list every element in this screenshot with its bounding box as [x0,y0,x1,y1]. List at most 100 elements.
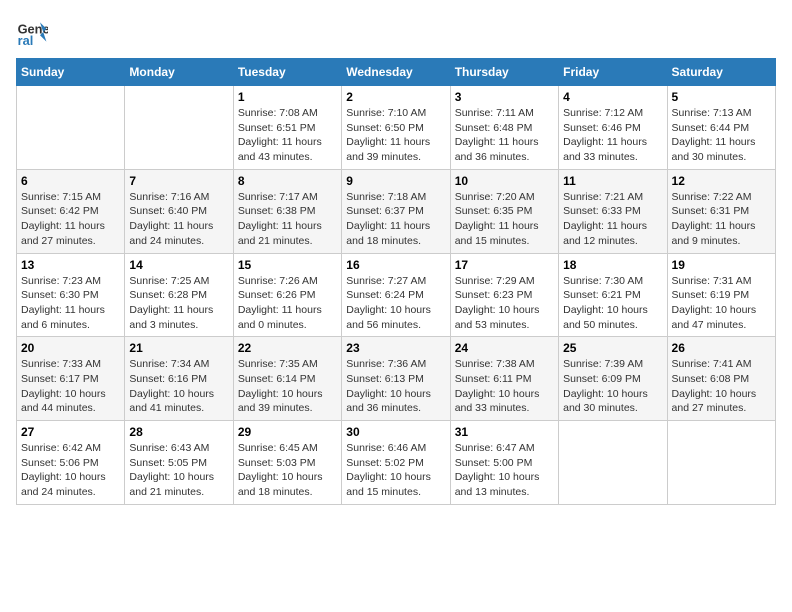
day-info: Sunrise: 7:23 AM Sunset: 6:30 PM Dayligh… [21,274,120,333]
calendar-week-row: 20 Sunrise: 7:33 AM Sunset: 6:17 PM Dayli… [17,337,776,421]
calendar-cell: 2 Sunrise: 7:10 AM Sunset: 6:50 PM Daylig… [342,86,450,170]
day-info: Sunrise: 7:18 AM Sunset: 6:37 PM Dayligh… [346,190,445,249]
day-info: Sunrise: 7:08 AM Sunset: 6:51 PM Dayligh… [238,106,337,165]
day-info: Sunrise: 7:15 AM Sunset: 6:42 PM Dayligh… [21,190,120,249]
calendar-cell: 30 Sunrise: 6:46 AM Sunset: 5:02 PM Dayli… [342,421,450,505]
day-number: 19 [672,258,771,272]
day-info: Sunrise: 7:29 AM Sunset: 6:23 PM Dayligh… [455,274,554,333]
calendar-cell: 29Sunrise: 6:45 AM Sunset: 5:03 PM Dayli… [233,421,341,505]
day-number: 31 [455,425,554,439]
calendar-week-row: 27 Sunrise: 6:42 AM Sunset: 5:06 PM Dayli… [17,421,776,505]
day-number: 3 [455,90,554,104]
day-info: Sunrise: 7:38 AM Sunset: 6:11 PM Dayligh… [455,357,554,416]
day-number: 7 [129,174,228,188]
day-of-week-header: Sunday [17,59,125,86]
calendar-cell: 31 Sunrise: 6:47 AM Sunset: 5:00 PM Dayli… [450,421,558,505]
day-number: 22 [238,341,337,355]
day-number: 13 [21,258,120,272]
logo-icon: Gene ral [16,16,48,48]
calendar-cell: 18Sunrise: 7:30 AM Sunset: 6:21 PM Dayli… [559,253,667,337]
day-info: Sunrise: 7:26 AM Sunset: 6:26 PM Dayligh… [238,274,337,333]
calendar-cell: 23Sunrise: 7:36 AM Sunset: 6:13 PM Dayli… [342,337,450,421]
day-of-week-header: Thursday [450,59,558,86]
calendar-cell: 16Sunrise: 7:27 AM Sunset: 6:24 PM Dayli… [342,253,450,337]
day-number: 1 [238,90,337,104]
calendar-cell [667,421,775,505]
day-number: 30 [346,425,445,439]
day-info: Sunrise: 7:31 AM Sunset: 6:19 PM Dayligh… [672,274,771,333]
day-info: Sunrise: 7:21 AM Sunset: 6:33 PM Dayligh… [563,190,662,249]
day-info: Sunrise: 6:45 AM Sunset: 5:03 PM Dayligh… [238,441,337,500]
day-of-week-header: Wednesday [342,59,450,86]
calendar-cell: 19 Sunrise: 7:31 AM Sunset: 6:19 PM Dayli… [667,253,775,337]
day-number: 2 [346,90,445,104]
day-info: Sunrise: 7:12 AM Sunset: 6:46 PM Dayligh… [563,106,662,165]
calendar-cell: 24 Sunrise: 7:38 AM Sunset: 6:11 PM Dayli… [450,337,558,421]
day-info: Sunrise: 7:39 AM Sunset: 6:09 PM Dayligh… [563,357,662,416]
day-info: Sunrise: 7:17 AM Sunset: 6:38 PM Dayligh… [238,190,337,249]
calendar-cell: 7 Sunrise: 7:16 AM Sunset: 6:40 PM Daylig… [125,169,233,253]
day-number: 21 [129,341,228,355]
day-info: Sunrise: 7:34 AM Sunset: 6:16 PM Dayligh… [129,357,228,416]
calendar-cell: 8 Sunrise: 7:17 AM Sunset: 6:38 PM Daylig… [233,169,341,253]
day-number: 8 [238,174,337,188]
page-header: Gene ral [16,16,776,48]
day-number: 11 [563,174,662,188]
day-info: Sunrise: 7:11 AM Sunset: 6:48 PM Dayligh… [455,106,554,165]
day-number: 28 [129,425,228,439]
calendar-cell: 13 Sunrise: 7:23 AM Sunset: 6:30 PM Dayli… [17,253,125,337]
calendar-cell: 20 Sunrise: 7:33 AM Sunset: 6:17 PM Dayli… [17,337,125,421]
day-info: Sunrise: 7:10 AM Sunset: 6:50 PM Dayligh… [346,106,445,165]
day-info: Sunrise: 7:16 AM Sunset: 6:40 PM Dayligh… [129,190,228,249]
calendar-cell: 21 Sunrise: 7:34 AM Sunset: 6:16 PM Dayli… [125,337,233,421]
day-number: 27 [21,425,120,439]
day-number: 24 [455,341,554,355]
calendar-cell: 28 Sunrise: 6:43 AM Sunset: 5:05 PM Dayli… [125,421,233,505]
svg-text:ral: ral [18,33,34,48]
calendar-cell: 10 Sunrise: 7:20 AM Sunset: 6:35 PM Dayli… [450,169,558,253]
day-info: Sunrise: 7:22 AM Sunset: 6:31 PM Dayligh… [672,190,771,249]
calendar-table: SundayMondayTuesdayWednesdayThursdayFrid… [16,58,776,505]
day-info: Sunrise: 7:33 AM Sunset: 6:17 PM Dayligh… [21,357,120,416]
day-info: Sunrise: 6:47 AM Sunset: 5:00 PM Dayligh… [455,441,554,500]
day-number: 14 [129,258,228,272]
calendar-week-row: 13 Sunrise: 7:23 AM Sunset: 6:30 PM Dayli… [17,253,776,337]
day-number: 5 [672,90,771,104]
day-number: 20 [21,341,120,355]
calendar-cell: 14 Sunrise: 7:25 AM Sunset: 6:28 PM Dayli… [125,253,233,337]
day-info: Sunrise: 6:43 AM Sunset: 5:05 PM Dayligh… [129,441,228,500]
day-number: 15 [238,258,337,272]
logo: Gene ral [16,16,52,48]
calendar-week-row: 1 Sunrise: 7:08 AM Sunset: 6:51 PM Daylig… [17,86,776,170]
day-info: Sunrise: 7:30 AM Sunset: 6:21 PM Dayligh… [563,274,662,333]
day-info: Sunrise: 6:42 AM Sunset: 5:06 PM Dayligh… [21,441,120,500]
day-info: Sunrise: 7:36 AM Sunset: 6:13 PM Dayligh… [346,357,445,416]
day-info: Sunrise: 7:25 AM Sunset: 6:28 PM Dayligh… [129,274,228,333]
calendar-cell: 15 Sunrise: 7:26 AM Sunset: 6:26 PM Dayli… [233,253,341,337]
calendar-cell: 17Sunrise: 7:29 AM Sunset: 6:23 PM Dayli… [450,253,558,337]
calendar-cell: 12 Sunrise: 7:22 AM Sunset: 6:31 PM Dayli… [667,169,775,253]
calendar-cell [125,86,233,170]
day-number: 10 [455,174,554,188]
calendar-cell: 3 Sunrise: 7:11 AM Sunset: 6:48 PM Daylig… [450,86,558,170]
day-of-week-header: Friday [559,59,667,86]
day-number: 6 [21,174,120,188]
day-of-week-header: Monday [125,59,233,86]
day-number: 26 [672,341,771,355]
calendar-cell [559,421,667,505]
calendar-header-row: SundayMondayTuesdayWednesdayThursdayFrid… [17,59,776,86]
calendar-cell: 4 Sunrise: 7:12 AM Sunset: 6:46 PM Daylig… [559,86,667,170]
calendar-cell: 22Sunrise: 7:35 AM Sunset: 6:14 PM Dayli… [233,337,341,421]
day-info: Sunrise: 7:41 AM Sunset: 6:08 PM Dayligh… [672,357,771,416]
calendar-cell: 9Sunrise: 7:18 AM Sunset: 6:37 PM Daylig… [342,169,450,253]
day-info: Sunrise: 6:46 AM Sunset: 5:02 PM Dayligh… [346,441,445,500]
day-number: 12 [672,174,771,188]
day-number: 4 [563,90,662,104]
calendar-cell: 1 Sunrise: 7:08 AM Sunset: 6:51 PM Daylig… [233,86,341,170]
calendar-week-row: 6 Sunrise: 7:15 AM Sunset: 6:42 PM Daylig… [17,169,776,253]
day-number: 25 [563,341,662,355]
day-info: Sunrise: 7:20 AM Sunset: 6:35 PM Dayligh… [455,190,554,249]
calendar-cell: 26 Sunrise: 7:41 AM Sunset: 6:08 PM Dayli… [667,337,775,421]
calendar-cell: 11 Sunrise: 7:21 AM Sunset: 6:33 PM Dayli… [559,169,667,253]
day-of-week-header: Tuesday [233,59,341,86]
